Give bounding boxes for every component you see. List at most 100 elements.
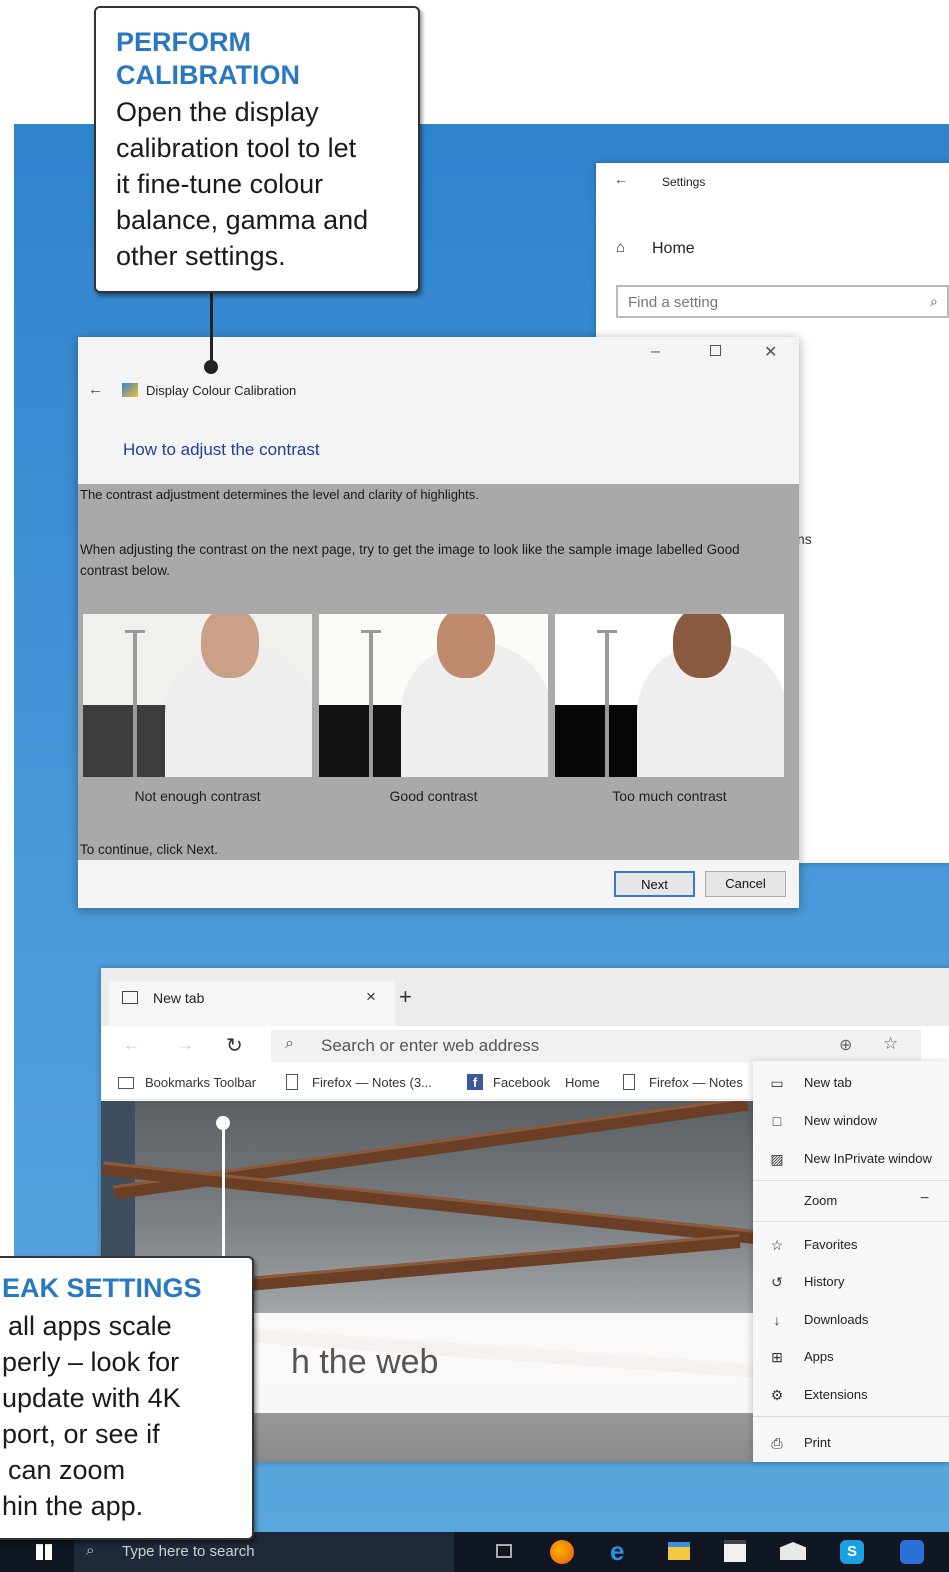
mail-icon[interactable] (780, 1542, 806, 1560)
page-icon (623, 1074, 635, 1090)
forward-arrow-icon[interactable]: → (177, 1035, 194, 1055)
print-icon: ⎙ (771, 1435, 783, 1451)
search-icon: ⌕ (285, 1035, 294, 1052)
calibration-app-icon (122, 383, 138, 397)
calibration-paragraph-2: When adjusting the contrast on the next … (80, 542, 740, 578)
find-setting-placeholder: Find a setting (628, 294, 719, 311)
file-explorer-icon[interactable] (668, 1542, 690, 1560)
minimize-icon[interactable]: – (651, 343, 660, 361)
callout-body: all apps scale perly – look for update w… (2, 1308, 181, 1524)
back-arrow-icon[interactable]: ← (614, 171, 628, 187)
firefox-icon[interactable] (550, 1540, 574, 1564)
sample-image-not-enough-contrast (83, 614, 312, 777)
settings-home-link[interactable]: Home (652, 240, 695, 258)
address-bar[interactable]: ⌕ Search or enter web address ⊕ ☆ (271, 1030, 921, 1062)
bookmark-item[interactable]: Firefox — Notes (3... (312, 1075, 432, 1090)
menu-item-extensions[interactable]: ⚙ Extensions (753, 1377, 949, 1413)
new-window-icon: □ (772, 1113, 782, 1129)
folder-icon (118, 1077, 134, 1089)
callout-tweak-settings: EAK SETTINGS all apps scale perly – look… (0, 1256, 254, 1540)
menu-item-new-window[interactable]: □ New window (753, 1103, 949, 1139)
menu-item-label: Print (804, 1435, 831, 1450)
favorite-star-icon[interactable]: ☆ (883, 1034, 898, 1054)
bookmark-item[interactable]: Facebook (493, 1075, 550, 1090)
callout-line: update with 4K (2, 1383, 181, 1413)
close-tab-icon[interactable]: × (366, 987, 376, 1007)
browser-more-menu: ▭ New tab □ New window ▨ New InPrivate w… (753, 1061, 949, 1462)
page-icon (286, 1074, 298, 1090)
display-calibration-window: – ✕ ← Display Colour Calibration How to … (78, 337, 799, 908)
search-box-placeholder: h the web (291, 1343, 439, 1381)
menu-item-label: New InPrivate window (804, 1151, 932, 1166)
cancel-button[interactable]: Cancel (705, 871, 786, 897)
menu-item-label: Extensions (804, 1387, 868, 1402)
callout-line: balance, gamma and (116, 205, 369, 235)
home-icon: ⌂ (616, 239, 626, 256)
address-placeholder: Search or enter web address (321, 1036, 540, 1055)
callout-heading: EAK SETTINGS (2, 1273, 202, 1303)
task-view-icon[interactable] (496, 1544, 512, 1558)
callout-line: Open the display (116, 97, 319, 127)
settings-title: Settings (662, 175, 706, 189)
calibration-paragraph-1: The contrast adjustment determines the l… (80, 487, 479, 502)
zoom-indicator-icon[interactable]: ⊕ (839, 1035, 852, 1055)
bookmark-item[interactable]: Home (565, 1075, 600, 1090)
extensions-icon: ⚙ (770, 1387, 784, 1403)
facebook-icon: f (467, 1074, 483, 1090)
menu-item-label: History (804, 1274, 845, 1289)
store-icon[interactable] (724, 1540, 746, 1562)
menu-item-favorites[interactable]: ☆ Favorites (753, 1227, 949, 1263)
refresh-icon[interactable]: ↻ (226, 1033, 243, 1058)
calibration-heading: How to adjust the contrast (123, 440, 320, 459)
sample-face (673, 614, 731, 678)
menu-item-print[interactable]: ⎙ Print (753, 1425, 949, 1461)
downloads-icon: ↓ (773, 1312, 781, 1328)
sample-caption: Too much contrast (612, 788, 727, 804)
menu-item-label: Apps (804, 1349, 834, 1364)
skype-icon[interactable]: S (840, 1540, 864, 1564)
apps-icon: ⊞ (771, 1349, 783, 1365)
callout-pointer-line (210, 290, 213, 365)
menu-item-new-inprivate-window[interactable]: ▨ New InPrivate window (753, 1141, 949, 1177)
callout-line: can zoom (8, 1455, 126, 1485)
zoom-out-icon[interactable]: − (920, 1190, 929, 1208)
bookmark-item[interactable]: Firefox — Notes (649, 1075, 743, 1090)
maximize-icon[interactable] (710, 345, 721, 356)
sample-caption: Good contrast (389, 788, 478, 804)
callout-line: all apps scale (8, 1311, 172, 1341)
back-arrow-icon[interactable]: ← (88, 381, 103, 398)
menu-item-label: Downloads (804, 1312, 869, 1327)
callout-pointer-dot (216, 1116, 230, 1130)
callout-pointer-line (222, 1124, 225, 1260)
menu-divider (753, 1180, 949, 1181)
sample-pole (597, 630, 617, 777)
menu-item-history[interactable]: ↺ History (753, 1264, 949, 1300)
calibration-title: Display Colour Calibration (146, 383, 297, 398)
callout-heading: PERFORM CALIBRATION (116, 27, 300, 90)
new-tab-icon (122, 991, 138, 1004)
menu-item-downloads[interactable]: ↓ Downloads (753, 1302, 949, 1338)
menu-item-zoom: Zoom − (753, 1183, 949, 1219)
windows-start-icon[interactable] (36, 1544, 52, 1560)
back-arrow-icon[interactable]: ← (123, 1035, 140, 1055)
callout-line: port, or see if (2, 1419, 160, 1449)
find-setting-input[interactable]: Find a setting ⌕ (616, 285, 949, 318)
new-tab-icon: ▭ (770, 1075, 784, 1091)
app-icon[interactable] (900, 1540, 924, 1564)
edge-icon[interactable]: e (610, 1536, 624, 1567)
callout-line: other settings. (116, 241, 286, 271)
menu-divider (753, 1416, 949, 1417)
tab-new-tab[interactable]: New tab × (109, 981, 395, 1026)
new-tab-plus-icon[interactable]: + (399, 984, 412, 1010)
menu-item-label: Favorites (804, 1237, 858, 1252)
bookmark-item[interactable]: Bookmarks Toolbar (145, 1075, 256, 1090)
bridge-walkway (102, 1161, 753, 1245)
close-icon[interactable]: ✕ (764, 342, 777, 362)
menu-item-new-tab[interactable]: ▭ New tab (753, 1065, 949, 1101)
search-icon: ⌕ (930, 293, 938, 309)
menu-item-apps[interactable]: ⊞ Apps (753, 1339, 949, 1375)
next-button[interactable]: Next (614, 871, 695, 897)
settings-partial-text: ns (797, 531, 812, 547)
sample-image-good-contrast (319, 614, 548, 777)
menu-item-label: New window (804, 1113, 877, 1128)
